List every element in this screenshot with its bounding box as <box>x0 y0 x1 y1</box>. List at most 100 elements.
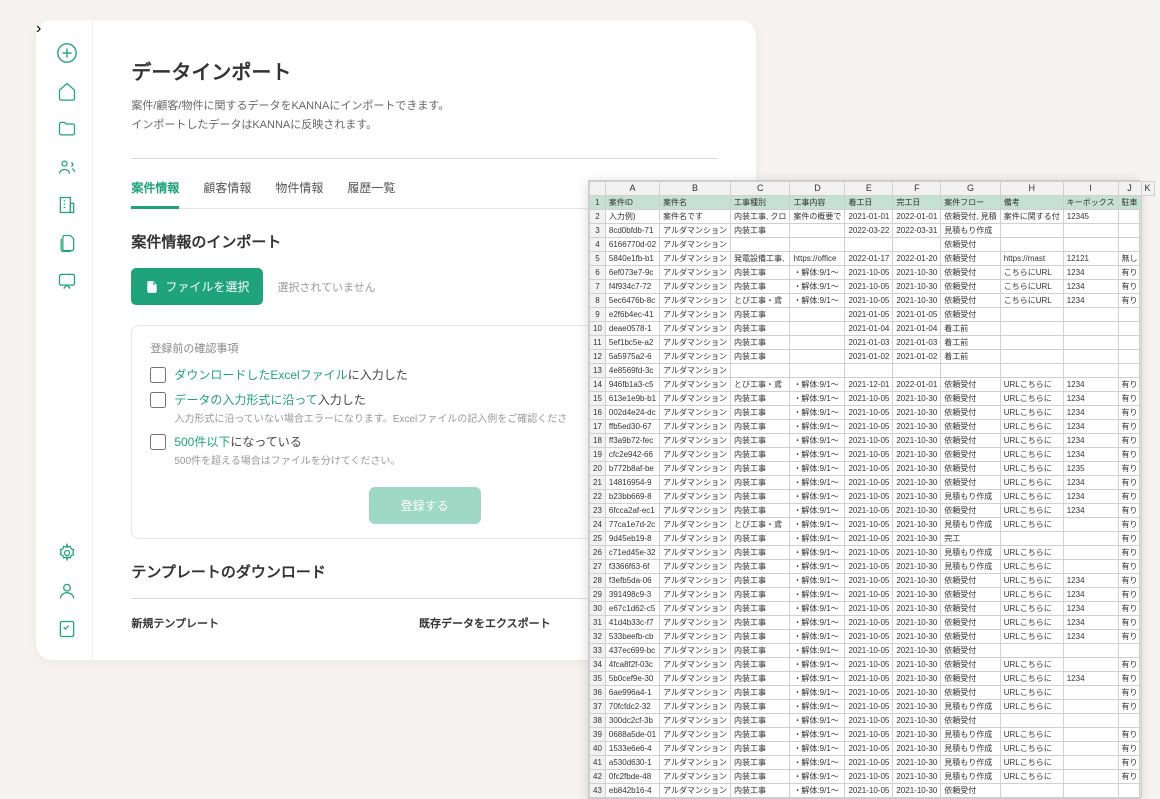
excel-cell[interactable]: ・解体:9/1～ <box>790 686 845 700</box>
excel-cell[interactable]: 有り <box>1118 560 1141 574</box>
excel-cell[interactable]: 有り <box>1118 392 1141 406</box>
excel-cell[interactable]: アルダマンション <box>660 532 731 546</box>
excel-cell[interactable]: アルダマンション <box>660 756 731 770</box>
excel-cell[interactable]: ffb5ed30-67 <box>605 420 659 434</box>
excel-cell[interactable] <box>1063 336 1118 350</box>
excel-row-30[interactable]: 30 <box>590 602 606 616</box>
excel-cell[interactable]: https://office <box>790 252 845 266</box>
excel-cell[interactable]: c71ed45e-32 <box>605 546 659 560</box>
excel-cell[interactable]: ・解体:9/1～ <box>790 560 845 574</box>
excel-cell[interactable]: 2022-03-31 <box>893 224 941 238</box>
excel-cell[interactable]: アルダマンション <box>660 616 731 630</box>
excel-cell[interactable]: 内装工事 <box>730 658 789 672</box>
excel-cell[interactable]: 2021-10-30 <box>893 448 941 462</box>
excel-cell[interactable] <box>1118 308 1141 322</box>
excel-cell[interactable] <box>1063 518 1118 532</box>
excel-cell[interactable]: 2021-10-30 <box>893 574 941 588</box>
excel-cell[interactable]: ・解体:9/1～ <box>790 490 845 504</box>
excel-cell[interactable]: 391498c9-3 <box>605 588 659 602</box>
excel-cell[interactable]: 0fc2fbde-48 <box>605 770 659 784</box>
excel-row-37[interactable]: 37 <box>590 700 606 714</box>
excel-cell[interactable]: 2021-10-30 <box>893 294 941 308</box>
excel-cell[interactable]: 依頼受付 <box>941 504 1000 518</box>
excel-header-cell[interactable]: 完工日 <box>893 196 941 210</box>
excel-cell[interactable]: 見積もり作成 <box>941 224 1000 238</box>
excel-cell[interactable]: 内装工事 <box>730 280 789 294</box>
excel-cell[interactable]: とび工事・鳶 <box>730 518 789 532</box>
excel-cell[interactable] <box>1000 364 1063 378</box>
excel-cell[interactable]: 内装工事 <box>730 546 789 560</box>
excel-cell[interactable]: 0688a5de-01 <box>605 728 659 742</box>
excel-cell[interactable]: URLこちらに <box>1000 560 1063 574</box>
excel-cell[interactable]: ・解体:9/1～ <box>790 448 845 462</box>
excel-cell[interactable]: 内装工事 <box>730 686 789 700</box>
excel-cell[interactable]: 1234 <box>1063 672 1118 686</box>
excel-cell[interactable]: 内装工事 <box>730 322 789 336</box>
excel-row-4[interactable]: 4 <box>590 238 606 252</box>
excel-row-6[interactable]: 6 <box>590 266 606 280</box>
excel-cell[interactable] <box>1063 560 1118 574</box>
excel-cell[interactable]: URLこちらに <box>1000 476 1063 490</box>
excel-cell[interactable]: ・解体:9/1～ <box>790 518 845 532</box>
excel-cell[interactable]: e67c1d62-c5 <box>605 602 659 616</box>
excel-cell[interactable]: 2021-10-05 <box>845 518 893 532</box>
excel-cell[interactable] <box>845 364 893 378</box>
excel-row-38[interactable]: 38 <box>590 714 606 728</box>
excel-cell[interactable]: 有り <box>1118 588 1141 602</box>
excel-cell[interactable]: 内装工事 <box>730 490 789 504</box>
excel-cell[interactable]: 有り <box>1118 546 1141 560</box>
excel-cell[interactable]: 依頼受付 <box>941 644 1000 658</box>
excel-cell[interactable]: 2021-10-30 <box>893 532 941 546</box>
excel-row-26[interactable]: 26 <box>590 546 606 560</box>
excel-cell[interactable]: 内装工事 <box>730 462 789 476</box>
excel-cell[interactable]: 内装工事 <box>730 770 789 784</box>
excel-cell[interactable]: 2021-10-30 <box>893 630 941 644</box>
excel-cell[interactable]: アルダマンション <box>660 266 731 280</box>
excel-cell[interactable]: 内装工事 <box>730 308 789 322</box>
excel-cell[interactable]: アルダマンション <box>660 420 731 434</box>
users-icon[interactable] <box>56 156 78 178</box>
excel-col-B[interactable]: B <box>660 182 731 196</box>
excel-cell[interactable]: 1234 <box>1063 616 1118 630</box>
folder-icon[interactable] <box>56 118 78 140</box>
excel-cell[interactable]: 2021-10-05 <box>845 742 893 756</box>
excel-cell[interactable]: URLこちらに <box>1000 406 1063 420</box>
excel-cell[interactable]: URLこちらに <box>1000 602 1063 616</box>
excel-cell[interactable]: URLこちらに <box>1000 630 1063 644</box>
excel-col-G[interactable]: G <box>941 182 1000 196</box>
excel-cell[interactable]: 2021-10-05 <box>845 616 893 630</box>
excel-cell[interactable]: 有り <box>1118 728 1141 742</box>
excel-cell[interactable]: ・解体:9/1～ <box>790 532 845 546</box>
excel-cell[interactable]: 2021-10-05 <box>845 434 893 448</box>
excel-cell[interactable]: 2021-10-30 <box>893 686 941 700</box>
excel-cell[interactable]: 2021-10-05 <box>845 420 893 434</box>
excel-cell[interactable]: 案件名です <box>660 210 731 224</box>
excel-cell[interactable]: 入力例) <box>605 210 659 224</box>
excel-col-C[interactable]: C <box>730 182 789 196</box>
documents-icon[interactable] <box>56 232 78 254</box>
excel-cell[interactable]: ・解体:9/1～ <box>790 770 845 784</box>
choose-file-button[interactable]: ファイルを選択 <box>131 268 263 305</box>
excel-cell[interactable]: 内装工事 <box>730 448 789 462</box>
tab-properties[interactable]: 物件情報 <box>275 173 323 208</box>
excel-cell[interactable] <box>1000 224 1063 238</box>
excel-cell[interactable]: 1234 <box>1063 504 1118 518</box>
excel-cell[interactable]: 1234 <box>1063 266 1118 280</box>
excel-cell[interactable]: cfc2e942-66 <box>605 448 659 462</box>
excel-row-40[interactable]: 40 <box>590 742 606 756</box>
excel-cell[interactable]: ・解体:9/1～ <box>790 504 845 518</box>
excel-header-cell[interactable]: 案件名 <box>660 196 731 210</box>
excel-cell[interactable]: 2021-10-05 <box>845 392 893 406</box>
excel-cell[interactable]: 300dc2cf-3b <box>605 714 659 728</box>
excel-cell[interactable]: 見積もり作成 <box>941 756 1000 770</box>
excel-cell[interactable]: 内装工事, クロ <box>730 210 789 224</box>
excel-cell[interactable]: e2f6b4ec-41 <box>605 308 659 322</box>
excel-cell[interactable]: URLこちらに <box>1000 420 1063 434</box>
excel-cell[interactable]: 依頼受付 <box>941 448 1000 462</box>
excel-cell[interactable]: アルダマンション <box>660 448 731 462</box>
excel-cell[interactable]: 有り <box>1118 756 1141 770</box>
excel-cell[interactable]: 2021-01-05 <box>893 308 941 322</box>
excel-cell[interactable]: アルダマンション <box>660 406 731 420</box>
excel-cell[interactable] <box>845 238 893 252</box>
excel-cell[interactable]: 1234 <box>1063 602 1118 616</box>
